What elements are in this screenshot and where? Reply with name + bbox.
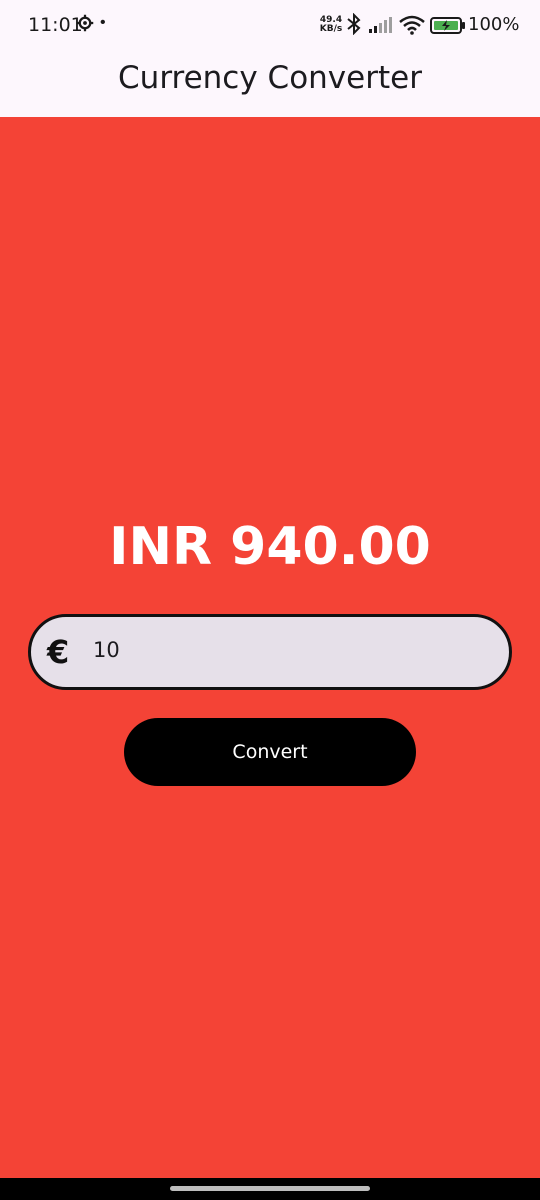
network-speed-unit: KB/s [319,24,343,34]
navigation-bar [0,1178,540,1200]
home-indicator[interactable] [170,1186,370,1191]
battery-charging-icon [430,17,465,34]
battery-percent: 100% [468,14,520,35]
amount-input[interactable]: € 10 [28,614,512,690]
app-bar: Currency Converter [0,52,540,117]
gear-icon [76,14,94,32]
page-title: Currency Converter [118,60,422,96]
wifi-icon [399,15,425,35]
amount-input-value[interactable]: 10 [93,638,120,662]
convert-button[interactable]: Convert [124,718,416,786]
euro-icon: € [47,633,70,671]
conversion-result: INR 940.00 [109,517,431,577]
status-time: 11:01 [28,14,83,36]
network-speed: 49.4 KB/s [316,16,346,34]
bluetooth-icon [347,13,361,35]
status-bar: 11:01 • 49.4 KB/s 100% [0,0,540,52]
converter-panel: INR 940.00 € 10 Convert [0,117,540,1178]
signal-icon [369,17,392,33]
status-dot: • [100,14,106,31]
